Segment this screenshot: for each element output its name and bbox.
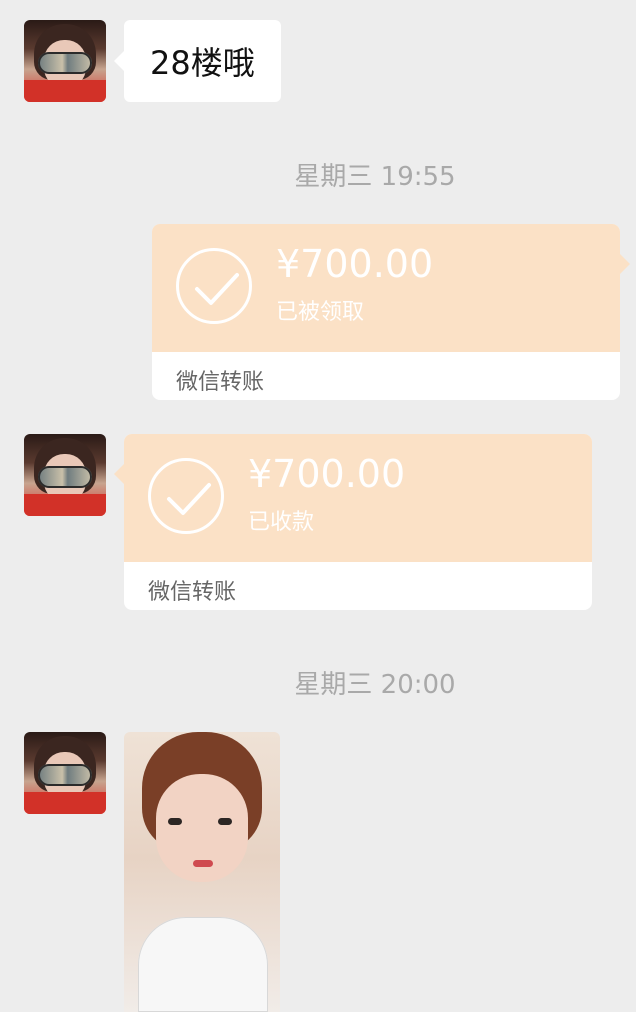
avatar-shirt [24,80,106,102]
received-transfer-card[interactable]: ¥700.00 已收款 微信转账 [124,434,592,610]
received-image-message[interactable] [124,732,280,1012]
photo-lip [193,860,213,867]
check-icon [167,483,211,515]
sent-transfer-tail [620,254,630,274]
photo-eye-right [218,818,232,825]
sunglasses-icon [38,52,92,74]
avatar-shirt [24,792,106,814]
sunglasses-icon [38,764,92,786]
contact-avatar-3[interactable] [24,732,106,814]
sunglasses-icon [38,466,92,488]
photo-eye-left [168,818,182,825]
transfer-amount: ¥700.00 [276,242,434,286]
photo-dress [138,917,268,1012]
transfer-status: 已被领取 [276,300,365,325]
contact-avatar-2[interactable] [24,434,106,516]
received-text-bubble[interactable]: 28楼哦 [114,20,281,102]
avatar-shirt [24,494,106,516]
transfer-amount: ¥700.00 [248,452,406,496]
timestamp-first: 星期三 19:55 [294,162,456,192]
transfer-status: 已收款 [248,510,315,535]
transfer-footer: 微信转账 [148,580,237,605]
check-circle-icon [176,248,252,324]
transfer-footer: 微信转账 [176,370,265,395]
sent-transfer-card[interactable]: ¥700.00 已被领取 微信转账 [152,224,620,400]
received-transfer-tail [114,464,124,484]
check-circle-icon [148,458,224,534]
timestamp-second: 星期三 20:00 [294,670,456,700]
message-text: 28楼哦 [150,44,255,82]
contact-avatar-1[interactable] [24,20,106,102]
check-icon [195,273,239,305]
